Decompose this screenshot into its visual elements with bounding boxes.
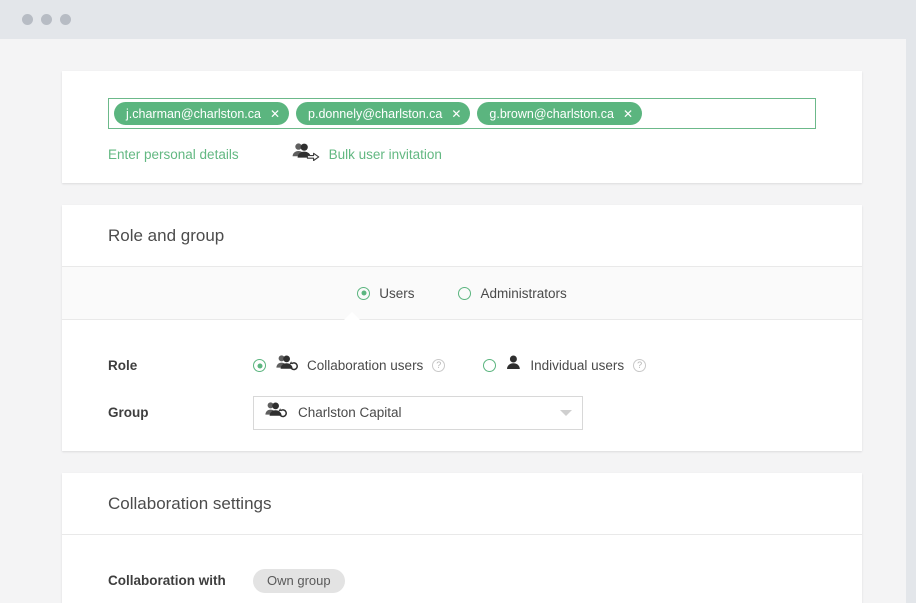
bulk-user-invitation-icon — [291, 142, 321, 166]
group-row: Group — [62, 389, 862, 436]
email-chip[interactable]: g.brown@charlston.ca ✕ — [477, 102, 642, 125]
remove-chip-icon[interactable]: ✕ — [451, 108, 461, 120]
window-right-rail — [906, 0, 916, 603]
collaboration-users-label: Collaboration users — [307, 358, 423, 373]
role-and-group-header: Role and group — [62, 205, 862, 267]
selected-tab-notch — [344, 312, 360, 320]
collaboration-settings-card: Collaboration settings Collaboration wit… — [62, 473, 862, 603]
collaboration-users-help-icon[interactable]: ? — [432, 359, 445, 372]
tab-administrators[interactable]: Administrators — [458, 286, 566, 301]
email-chip-label: g.brown@charlston.ca — [489, 107, 614, 121]
collaboration-with-label: Collaboration with — [108, 573, 253, 588]
role-and-group-title: Role and group — [108, 226, 224, 246]
window-maximize-dot[interactable] — [60, 14, 71, 25]
window-close-dot[interactable] — [22, 14, 33, 25]
collaboration-user-icon — [276, 354, 298, 377]
collaboration-settings-header: Collaboration settings — [62, 473, 862, 535]
group-select-value: Charlston Capital — [298, 405, 560, 420]
group-select[interactable]: Charlston Capital — [253, 396, 583, 430]
individual-user-icon — [506, 354, 521, 377]
email-chip[interactable]: j.charman@charlston.ca ✕ — [114, 102, 289, 125]
chevron-down-icon[interactable] — [560, 410, 572, 416]
collaboration-settings-title: Collaboration settings — [108, 494, 271, 514]
window-minimize-dot[interactable] — [41, 14, 52, 25]
role-and-group-card: Role and group Users Administrators Role — [62, 205, 862, 451]
email-recipients-input[interactable]: j.charman@charlston.ca ✕ p.donnely@charl… — [108, 98, 816, 129]
email-chip[interactable]: p.donnely@charlston.ca ✕ — [296, 102, 470, 125]
tab-administrators-label: Administrators — [480, 286, 566, 301]
collaboration-group-icon — [265, 401, 287, 424]
page-content: j.charman@charlston.ca ✕ p.donnely@charl… — [0, 39, 906, 603]
collaboration-with-value-pill[interactable]: Own group — [253, 569, 345, 593]
role-option-individual-users[interactable]: Individual users — [483, 354, 624, 377]
individual-users-radio[interactable] — [483, 359, 496, 372]
enter-personal-details-link[interactable]: Enter personal details — [108, 147, 239, 162]
invite-actions: Enter personal details — [108, 142, 442, 166]
collaboration-form: Collaboration with Own group — [62, 535, 862, 603]
role-label: Role — [108, 358, 253, 373]
collaboration-users-radio[interactable] — [253, 359, 266, 372]
email-chip-label: j.charman@charlston.ca — [126, 107, 261, 121]
role-row: Role — [62, 342, 862, 389]
tab-users-label: Users — [379, 286, 414, 301]
audience-tabs: Users Administrators — [62, 267, 862, 320]
invite-card: j.charman@charlston.ca ✕ p.donnely@charl… — [62, 71, 862, 183]
window-controls — [22, 14, 71, 25]
bulk-user-invitation-button[interactable]: Bulk user invitation — [291, 142, 442, 166]
role-form: Role — [62, 320, 862, 436]
remove-chip-icon[interactable]: ✕ — [270, 108, 280, 120]
remove-chip-icon[interactable]: ✕ — [623, 108, 633, 120]
email-chip-label: p.donnely@charlston.ca — [308, 107, 442, 121]
individual-users-label: Individual users — [530, 358, 624, 373]
tab-administrators-radio[interactable] — [458, 287, 471, 300]
individual-users-help-icon[interactable]: ? — [633, 359, 646, 372]
window-titlebar — [0, 0, 906, 39]
group-label: Group — [108, 405, 253, 420]
collaboration-with-row: Collaboration with Own group — [62, 557, 862, 603]
role-option-collaboration-users[interactable]: Collaboration users — [253, 354, 423, 377]
tab-users[interactable]: Users — [357, 286, 414, 301]
bulk-user-invitation-label: Bulk user invitation — [329, 147, 442, 162]
tab-users-radio[interactable] — [357, 287, 370, 300]
